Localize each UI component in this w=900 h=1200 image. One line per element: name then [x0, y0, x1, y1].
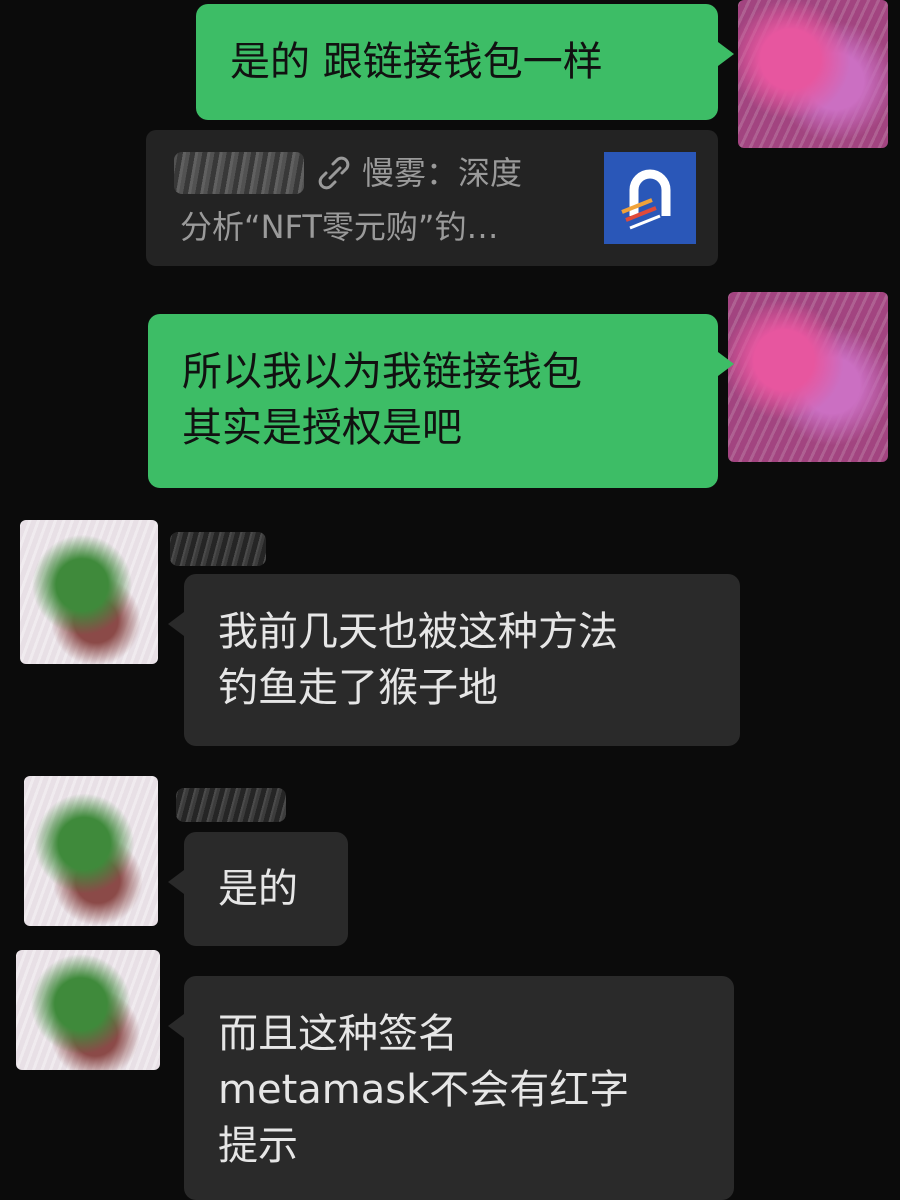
chat-area: 是的 跟链接钱包一样 慢雾：深度 分析“NFT零元购”钓… 所以我以为我链接钱包… [0, 0, 900, 1200]
contact-avatar[interactable] [24, 776, 158, 926]
link-thumbnail-logo [604, 152, 696, 244]
received-message-bubble[interactable]: 是的 [168, 832, 348, 946]
received-message-bubble[interactable]: 我前几天也被这种方法 钓鱼走了猴子地 [168, 574, 740, 746]
received-message-bubble[interactable]: 而且这种签名 metamask不会有红字 提示 [168, 976, 734, 1200]
chain-link-icon [318, 156, 350, 190]
link-title: 慢雾：深度 [362, 154, 523, 192]
message-text-line-2: 钓鱼走了猴子地 [218, 665, 498, 711]
contact-avatar[interactable] [16, 950, 160, 1070]
message-text-line-1: 而且这种签名 [218, 1011, 458, 1057]
link-card[interactable]: 慢雾：深度 分析“NFT零元购”钓… [146, 130, 718, 266]
message-text: 是的 跟链接钱包一样 [230, 39, 603, 85]
sent-message-bubble[interactable]: 所以我以为我链接钱包 其实是授权是吧 [148, 314, 734, 488]
message-text-line-2: 其实是授权是吧 [182, 405, 462, 451]
message-text-line-1: 我前几天也被这种方法 [218, 609, 618, 655]
blurred-source-name [174, 152, 304, 194]
self-avatar[interactable] [738, 0, 888, 148]
sender-name-blurred [176, 788, 286, 822]
sender-name-blurred [170, 532, 266, 566]
sent-message-bubble[interactable]: 是的 跟链接钱包一样 [196, 4, 734, 120]
message-text-line-2: metamask不会有红字 [218, 1067, 630, 1113]
self-avatar[interactable] [728, 292, 888, 462]
message-text-line-3: 提示 [218, 1123, 298, 1169]
message-text-line-1: 所以我以为我链接钱包 [182, 349, 582, 395]
contact-avatar[interactable] [20, 520, 158, 664]
message-text: 是的 [218, 866, 298, 912]
link-title-continued: 分析“NFT零元购”钓… [180, 208, 499, 246]
